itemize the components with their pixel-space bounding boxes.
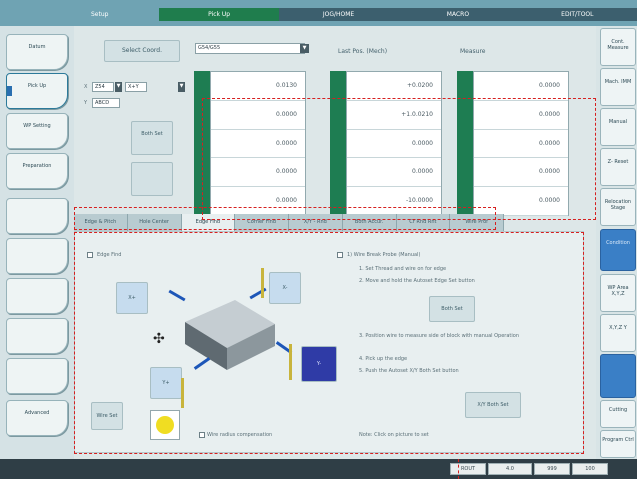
selected-marker	[7, 86, 12, 96]
dropdown-arrow-icon[interactable]: ▼	[115, 82, 122, 92]
small-field-3[interactable]: ABCD	[92, 98, 120, 108]
coord-dropdown[interactable]: G54/G55	[195, 43, 305, 54]
side-btn-advanced[interactable]: Advanced	[6, 400, 68, 436]
r-btn-xyz[interactable]: X,Y,Z Y	[600, 314, 636, 352]
side-btn-6[interactable]	[6, 238, 68, 274]
small-field-2[interactable]: X+Y	[125, 82, 147, 92]
tab-pick-up[interactable]: Pick Up	[159, 8, 279, 21]
r-btn-condition[interactable]: Condition	[600, 229, 636, 271]
x-mark: X	[84, 84, 88, 90]
left-menu: Datum Pick Up WP Setting Preparation Adv…	[0, 26, 74, 459]
side-btn-5[interactable]	[6, 198, 68, 234]
r-btn-manual[interactable]: Manual	[600, 108, 636, 146]
side-btn-wp-setting[interactable]: WP Setting	[6, 113, 68, 149]
highlight-box-tabs	[74, 207, 496, 230]
last-pos-cell-x: +0.0200	[347, 72, 441, 101]
measure-cell-x: 0.0000	[474, 72, 568, 101]
side-btn-datum[interactable]: Datum	[6, 34, 68, 70]
r-btn-relocation[interactable]: Relocation Stage	[600, 188, 636, 226]
tab-macro[interactable]: MACRO	[398, 8, 518, 21]
secondary-set-button[interactable]	[131, 162, 173, 196]
highlight-box-table	[202, 98, 596, 220]
status-box-1: ROUT	[450, 463, 486, 475]
status-box-3: 999	[534, 463, 570, 475]
coord-cell-x[interactable]: 0.0130	[211, 72, 305, 101]
r-btn-cutting[interactable]: Cutting	[600, 400, 636, 428]
side-btn-pick-up[interactable]: Pick Up	[6, 73, 68, 109]
select-coord-button[interactable]: Select Coord.	[104, 40, 180, 62]
dropdown-arrow-icon-2[interactable]: ▼	[178, 82, 185, 92]
r-btn-cont-measure[interactable]: Cont. Measure	[600, 28, 636, 66]
r-btn-program-ctrl[interactable]: Program Ctrl	[600, 430, 636, 458]
r-btn-blue-2[interactable]	[600, 354, 636, 398]
r-btn-mach[interactable]: Mach. IMM	[600, 68, 636, 106]
side-label: Pick Up	[27, 83, 47, 89]
last-pos-header: Last Pos. (Mech)	[338, 48, 388, 55]
status-box-2: 4.0	[488, 463, 532, 475]
highlight-box-panel	[74, 232, 584, 454]
y-mark: Y	[84, 100, 88, 106]
small-field-1[interactable]: Z54	[92, 82, 114, 92]
status-bar: ROUT 4.0 999 100	[0, 459, 637, 479]
tab-setup[interactable]: Setup	[40, 8, 159, 21]
title-bar: Setup Pick Up JOG/HOME MACRO EDIT/TOOL	[0, 0, 637, 26]
measure-header: Measure	[460, 48, 486, 55]
highlight-line	[458, 459, 459, 479]
r-btn-z-reset[interactable]: Z- Reset	[600, 148, 636, 186]
main-area: Select Coord. G54/G55 ▼ X Z54 ▼ X+Y ▼ Y …	[74, 26, 596, 459]
mode-tabs: Setup Pick Up JOG/HOME MACRO EDIT/TOOL	[40, 8, 637, 21]
side-btn-8[interactable]	[6, 318, 68, 354]
status-box-4: 100	[572, 463, 608, 475]
tab-jog-home[interactable]: JOG/HOME	[278, 8, 399, 21]
chevron-down-icon[interactable]: ▼	[300, 44, 309, 53]
right-menu: Cont. Measure Mach. IMM Manual Z- Reset …	[596, 26, 637, 459]
side-btn-7[interactable]	[6, 278, 68, 314]
side-btn-preparation[interactable]: Preparation	[6, 153, 68, 189]
tab-edit-tool[interactable]: EDIT/TOOL	[517, 8, 637, 21]
r-btn-wp-area[interactable]: WP Area X,Y,Z	[600, 274, 636, 312]
side-btn-9[interactable]	[6, 358, 68, 394]
both-set-button[interactable]: Both Set	[131, 121, 173, 155]
